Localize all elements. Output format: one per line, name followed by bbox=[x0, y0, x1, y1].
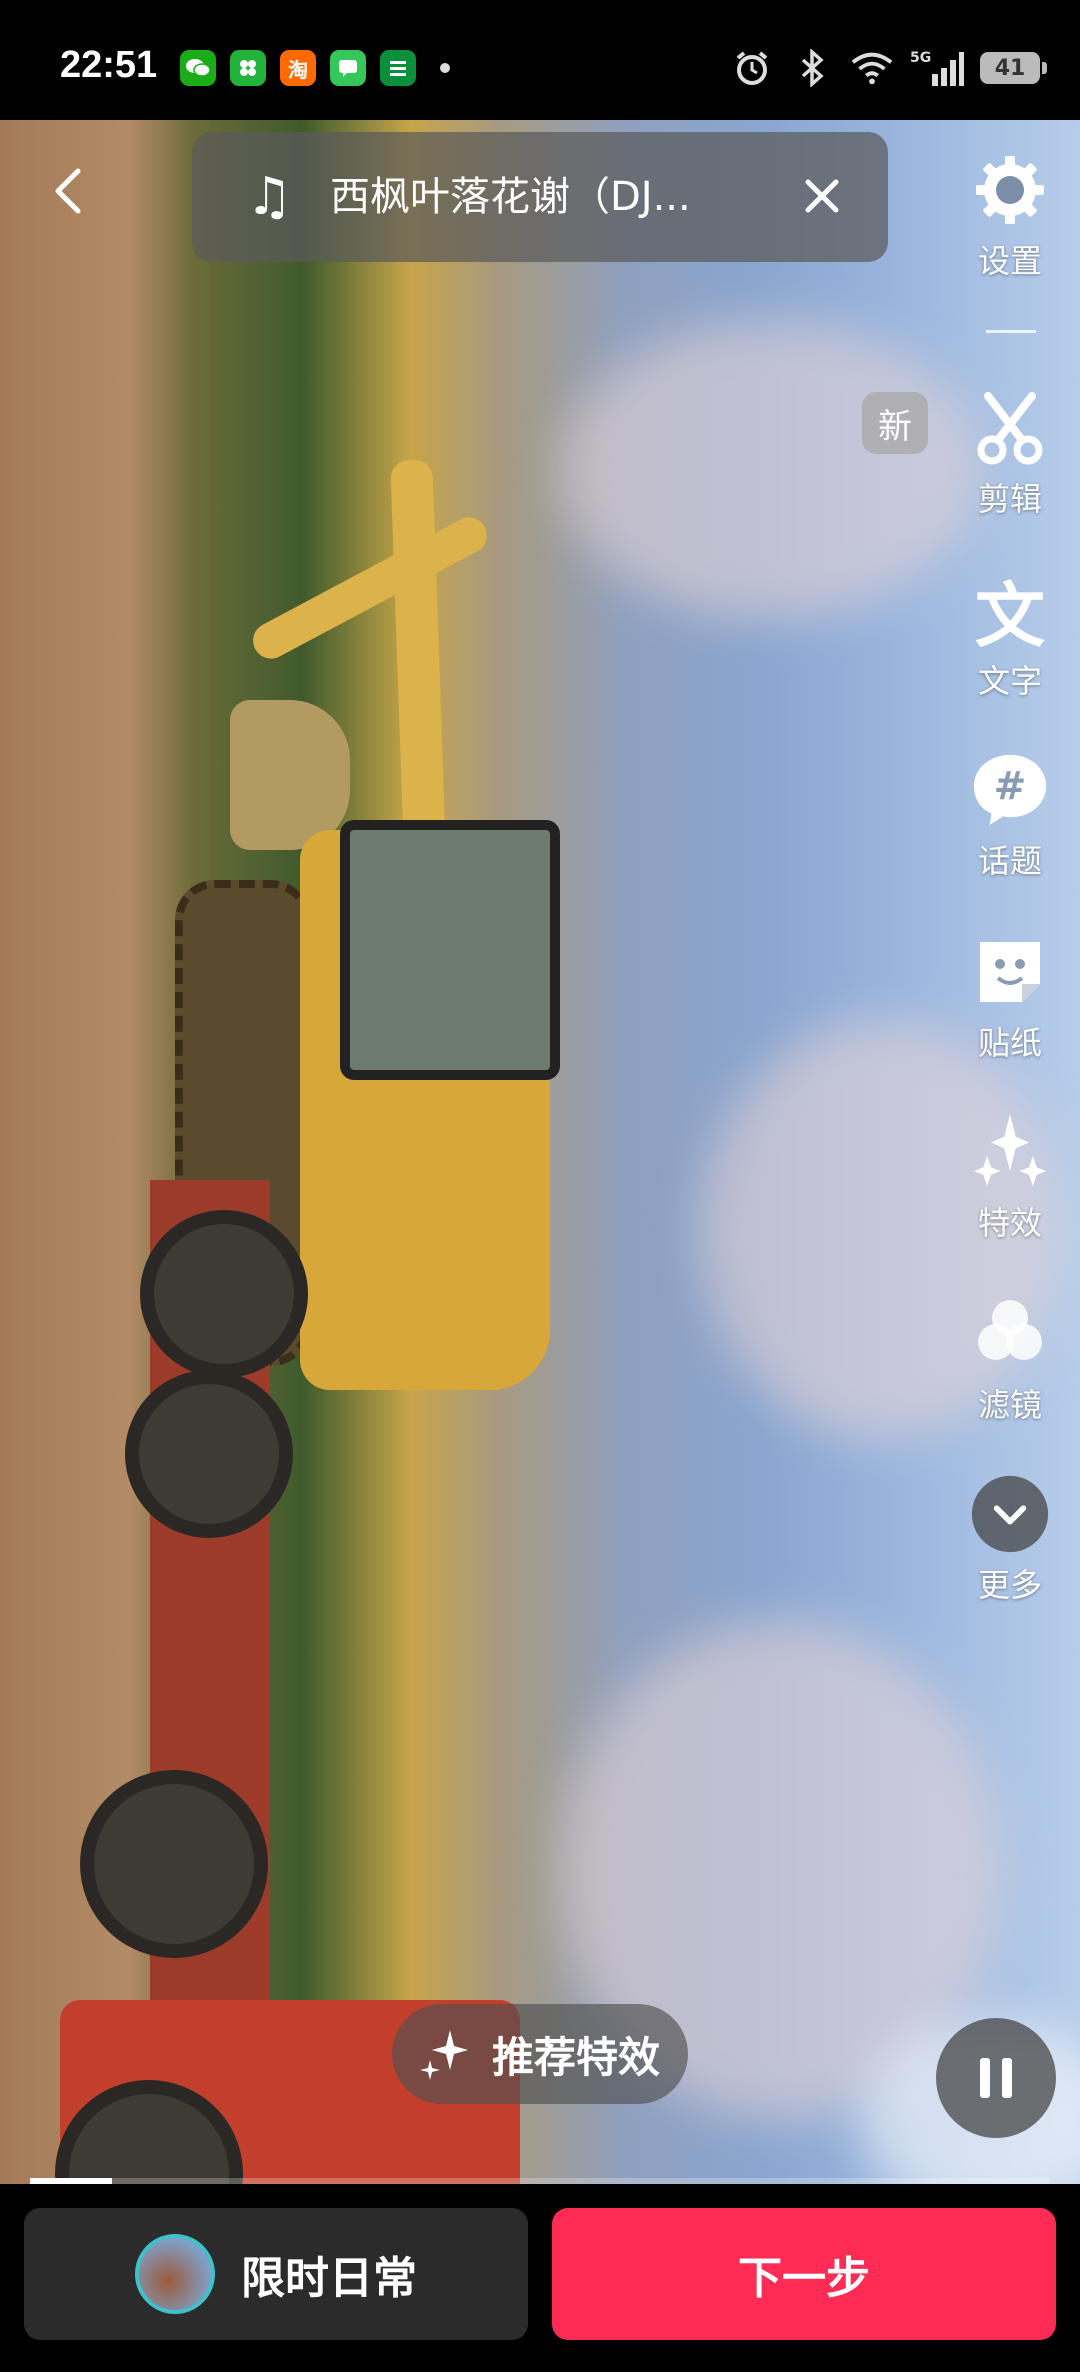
bluetooth-icon bbox=[790, 46, 834, 90]
tool-label: 剪辑 bbox=[977, 480, 1042, 518]
alarm-icon bbox=[730, 46, 774, 90]
chevron-left-icon bbox=[55, 168, 81, 214]
close-icon bbox=[805, 179, 839, 213]
chevron-down-icon bbox=[970, 1474, 1050, 1554]
tool-label: 贴纸 bbox=[977, 1024, 1042, 1062]
wechat-icon bbox=[180, 50, 216, 86]
hashtag-icon: # bbox=[970, 750, 1050, 830]
tool-filter[interactable]: 滤镜 bbox=[940, 1294, 1080, 1426]
tool-label: 特效 bbox=[977, 1204, 1042, 1242]
sparkle-icon bbox=[420, 2030, 468, 2080]
more-notifications-dot bbox=[440, 63, 450, 73]
scissors-icon bbox=[970, 388, 1050, 468]
tool-text[interactable]: 文 文字 bbox=[940, 570, 1080, 702]
tool-label: 滤镜 bbox=[977, 1386, 1042, 1424]
recommend-effects-button[interactable]: 推荐特效 bbox=[392, 2004, 688, 2104]
tool-label: 更多 bbox=[977, 1566, 1042, 1604]
wifi-icon bbox=[850, 46, 894, 90]
status-bar: 22:51 淘 5G 41 bbox=[0, 0, 1080, 120]
system-status: 5G 41 bbox=[730, 46, 1047, 90]
daily-post-label: 限时日常 bbox=[241, 2253, 417, 2304]
excavator-bucket bbox=[230, 700, 350, 850]
status-time: 22:51 bbox=[60, 44, 158, 86]
wheel bbox=[125, 1370, 293, 1538]
signal-icon: 5G bbox=[910, 46, 964, 90]
tool-topic[interactable]: # 话题 bbox=[940, 750, 1080, 882]
next-step-button[interactable]: 下一步 bbox=[552, 2208, 1056, 2340]
notification-icons: 淘 bbox=[180, 50, 450, 86]
music-note-icon: ♫ bbox=[246, 167, 293, 227]
rail-divider bbox=[986, 330, 1036, 333]
tool-sticker[interactable]: 贴纸 bbox=[940, 932, 1080, 1064]
excavator-cab bbox=[340, 820, 560, 1080]
filter-icon bbox=[970, 1294, 1050, 1374]
tool-label: 设置 bbox=[977, 242, 1042, 280]
wheel bbox=[80, 1770, 268, 1958]
tool-label: 话题 bbox=[977, 842, 1042, 880]
tool-effects[interactable]: 特效 bbox=[940, 1112, 1080, 1244]
post-icon bbox=[380, 50, 416, 86]
cloud-shape bbox=[560, 320, 980, 620]
sparkle-icon bbox=[970, 1112, 1050, 1192]
tool-more[interactable]: 更多 bbox=[940, 1474, 1080, 1606]
selected-music-bar[interactable]: ♫ 西枫叶落花谢（DJ... bbox=[192, 132, 888, 262]
tool-settings[interactable]: 设置 bbox=[940, 150, 1080, 282]
recommend-effects-label: 推荐特效 bbox=[492, 2032, 661, 2082]
text-icon: 文 bbox=[975, 574, 1045, 657]
taobao-icon: 淘 bbox=[280, 50, 316, 86]
hashtag-glyph: # bbox=[994, 765, 1027, 810]
messages-icon bbox=[330, 50, 366, 86]
network-type: 5G bbox=[910, 50, 931, 66]
gear-icon bbox=[970, 150, 1050, 230]
sticker-icon bbox=[970, 932, 1050, 1012]
daily-post-button[interactable]: 限时日常 bbox=[24, 2208, 528, 2340]
pause-button[interactable] bbox=[936, 2018, 1056, 2138]
new-badge: 新 bbox=[862, 392, 928, 454]
back-button[interactable] bbox=[44, 165, 96, 217]
battery-indicator: 41 bbox=[980, 52, 1047, 84]
tool-edit[interactable]: 剪辑 bbox=[940, 388, 1080, 520]
bottom-action-bar: 限时日常 下一步 bbox=[0, 2184, 1080, 2372]
music-title: 西枫叶落花谢（DJ... bbox=[330, 174, 691, 220]
app-green-icon bbox=[230, 50, 266, 86]
avatar bbox=[135, 2234, 215, 2314]
tool-label: 文字 bbox=[977, 662, 1042, 700]
excavator-boom bbox=[246, 511, 494, 665]
wheel bbox=[140, 1210, 308, 1378]
pause-icon bbox=[980, 2058, 1012, 2098]
remove-music-button[interactable] bbox=[792, 166, 852, 226]
